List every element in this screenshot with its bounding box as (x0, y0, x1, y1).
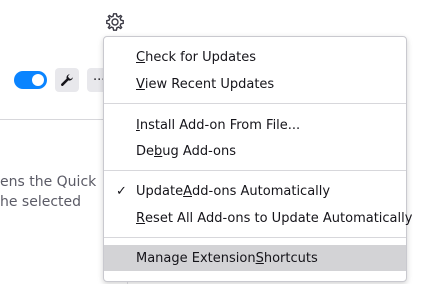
description-line-1: ens the Quick (0, 174, 97, 190)
access-key: V (136, 76, 145, 92)
access-key: C (136, 49, 146, 65)
menu-separator (104, 170, 406, 171)
menu-item-label: hortcuts (263, 250, 318, 266)
menu-item-label: De (136, 143, 155, 159)
access-key: R (136, 210, 146, 226)
access-key: S (255, 250, 264, 266)
checkmark-icon: ✓ (116, 183, 127, 199)
menu-item-label: ug Add-ons (162, 143, 236, 159)
addons-manager-page: ··· ens the Quick he selected Check for … (0, 0, 425, 284)
row-divider (0, 119, 108, 120)
menu-item-debug-addons[interactable]: De b ug Add-ons (104, 138, 406, 164)
menu-item-update-automatically[interactable]: ✓ Update Add-ons Automatically (104, 178, 406, 204)
toggle-knob (32, 74, 44, 86)
menu-separator (104, 103, 406, 104)
wrench-icon (61, 74, 73, 86)
access-key: A (183, 183, 192, 199)
tools-gear-button[interactable] (103, 10, 127, 34)
addon-enabled-toggle[interactable] (14, 71, 47, 89)
description-line-2: he selected (0, 194, 82, 210)
gear-icon (106, 13, 124, 31)
menu-item-view-recent-updates[interactable]: View Recent Updates (104, 71, 406, 97)
menu-item-label: nstall Add-on From File... (139, 117, 301, 133)
access-key: b (154, 143, 163, 159)
tools-menu: Check for Updates View Recent Updates In… (103, 36, 412, 282)
menu-item-install-from-file[interactable]: Install Add-on From File... (104, 112, 406, 138)
menu-item-reset-to-auto-update[interactable]: Reset All Add-ons to Update Automaticall… (104, 205, 412, 231)
menu-separator (104, 237, 406, 238)
addon-description: ens the Quick he selected (0, 172, 108, 212)
menu-item-label: dd-ons Automatically (192, 183, 331, 199)
menu-item-check-for-updates[interactable]: Check for Updates (104, 44, 406, 70)
menu-item-label: heck for Updates (145, 49, 256, 65)
menu-item-label: Update (136, 183, 184, 199)
addon-options-button[interactable] (55, 68, 79, 92)
menu-item-manage-extension-shortcuts[interactable]: Manage Extension Shortcuts (104, 245, 406, 271)
menu-item-label: eset All Add-ons to Update Automatically (145, 210, 413, 226)
menu-item-label: iew Recent Updates (144, 76, 275, 92)
menu-item-label: Manage Extension (136, 250, 256, 266)
